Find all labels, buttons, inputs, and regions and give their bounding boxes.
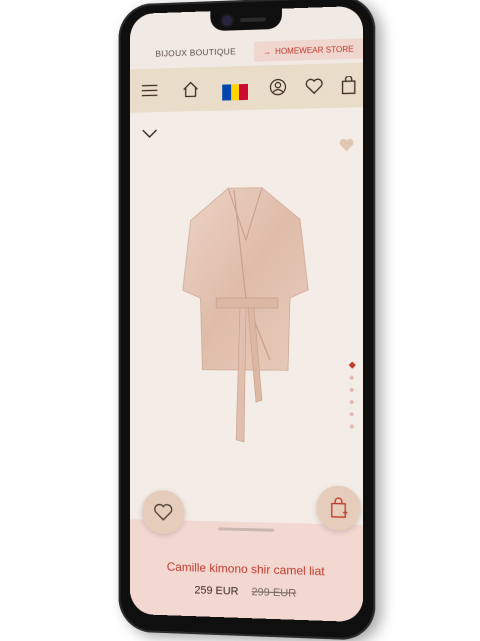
old-price: 299 EUR <box>252 586 297 599</box>
front-camera <box>222 15 232 25</box>
user-icon[interactable] <box>268 77 288 98</box>
gallery-dot[interactable] <box>350 388 354 392</box>
product-image[interactable] <box>181 179 310 456</box>
notch <box>210 9 282 31</box>
gallery-pagination <box>349 363 355 437</box>
homewear-store-link[interactable]: → HOMEWEAR STORE <box>254 38 363 61</box>
add-to-wishlist-button[interactable] <box>142 490 185 535</box>
moldova-flag-icon[interactable] <box>222 84 248 101</box>
heart-outline-icon <box>153 503 173 521</box>
add-to-cart-button[interactable] <box>316 485 361 530</box>
homewear-store-label: HOMEWEAR STORE <box>275 44 353 55</box>
gallery-dot[interactable] <box>350 424 354 428</box>
gallery-dot[interactable] <box>350 412 354 416</box>
arrow-right-icon: → <box>263 47 271 56</box>
menu-icon[interactable] <box>140 80 159 100</box>
current-price: 259 EUR <box>194 584 238 597</box>
brand-name[interactable]: BIJOUX BOUTIQUE <box>155 46 236 58</box>
product-name: Camille kimono shir camel liat <box>130 559 363 580</box>
heart-icon[interactable] <box>304 76 324 97</box>
wishlist-heart-icon[interactable] <box>339 138 355 158</box>
product-gallery[interactable] <box>130 107 363 543</box>
home-icon[interactable] <box>181 79 201 99</box>
bag-plus-icon <box>329 497 347 520</box>
bag-icon[interactable] <box>339 75 359 96</box>
product-info-sheet[interactable]: Camille kimono shir camel liat 259 EUR 2… <box>130 519 363 622</box>
price-row: 259 EUR 299 EUR <box>130 582 363 602</box>
sheet-handle[interactable] <box>218 527 274 531</box>
gallery-dot[interactable] <box>348 362 355 369</box>
gallery-dot[interactable] <box>350 376 354 380</box>
main-nav <box>130 63 363 113</box>
phone-screen: BIJOUX BOUTIQUE → HOMEWEAR STORE <box>130 6 363 622</box>
gallery-dot[interactable] <box>350 400 354 404</box>
chevron-down-icon[interactable] <box>142 126 158 144</box>
speaker <box>240 17 266 22</box>
